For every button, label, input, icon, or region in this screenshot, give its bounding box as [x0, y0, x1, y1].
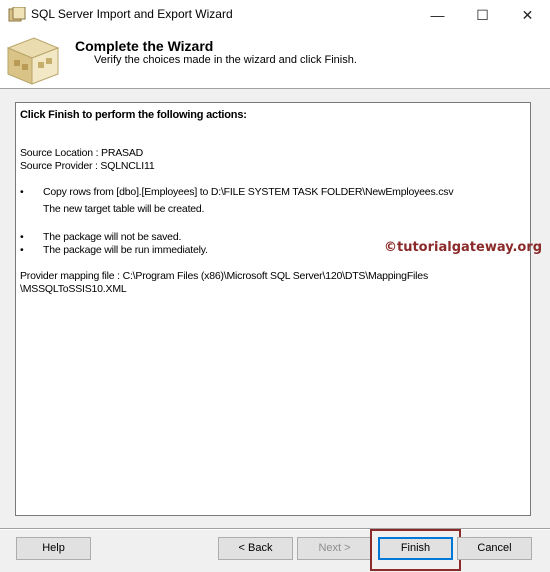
summary-heading: Click Finish to perform the following ac…: [20, 109, 247, 121]
source-location: Source Location : PRASAD: [20, 147, 144, 159]
bullet-icon: •: [20, 244, 24, 256]
wizard-header: Complete the Wizard Verify the choices m…: [0, 30, 550, 89]
finish-button[interactable]: Finish: [378, 537, 453, 560]
page-title: Complete the Wizard: [75, 38, 214, 54]
minimize-button[interactable]: —: [415, 0, 460, 30]
next-button[interactable]: Next >: [297, 537, 372, 560]
sql-server-wizard-icon: [8, 7, 26, 22]
mapping-file-line2: \MSSQLToSSIS10.XML: [20, 283, 127, 295]
title-bar: SQL Server Import and Export Wizard — ☐ …: [0, 0, 550, 30]
maximize-button[interactable]: ☐: [460, 0, 505, 30]
bullet-icon: •: [20, 231, 24, 243]
copy-note: The new target table will be created.: [43, 203, 205, 215]
help-button[interactable]: Help: [16, 537, 91, 560]
close-button[interactable]: ✕: [505, 0, 550, 30]
watermark: ©tutorialgateway.org: [384, 240, 543, 255]
cancel-button[interactable]: Cancel: [457, 537, 532, 560]
bullet-icon: •: [20, 186, 24, 198]
source-provider: Source Provider : SQLNCLI11: [20, 160, 155, 172]
copy-action: Copy rows from [dbo].[Employees] to D:\F…: [43, 186, 454, 198]
window-title: SQL Server Import and Export Wizard: [31, 7, 233, 21]
mapping-file-line1: Provider mapping file : C:\Program Files…: [20, 270, 428, 282]
package-saved: The package will not be saved.: [43, 231, 182, 243]
package-run: The package will be run immediately.: [43, 244, 208, 256]
footer-separator-highlight: [0, 529, 550, 530]
wizard-graphic-icon: [6, 37, 60, 85]
page-subtitle: Verify the choices made in the wizard an…: [94, 54, 357, 66]
back-button[interactable]: < Back: [218, 537, 293, 560]
summary-panel[interactable]: Click Finish to perform the following ac…: [15, 102, 531, 516]
